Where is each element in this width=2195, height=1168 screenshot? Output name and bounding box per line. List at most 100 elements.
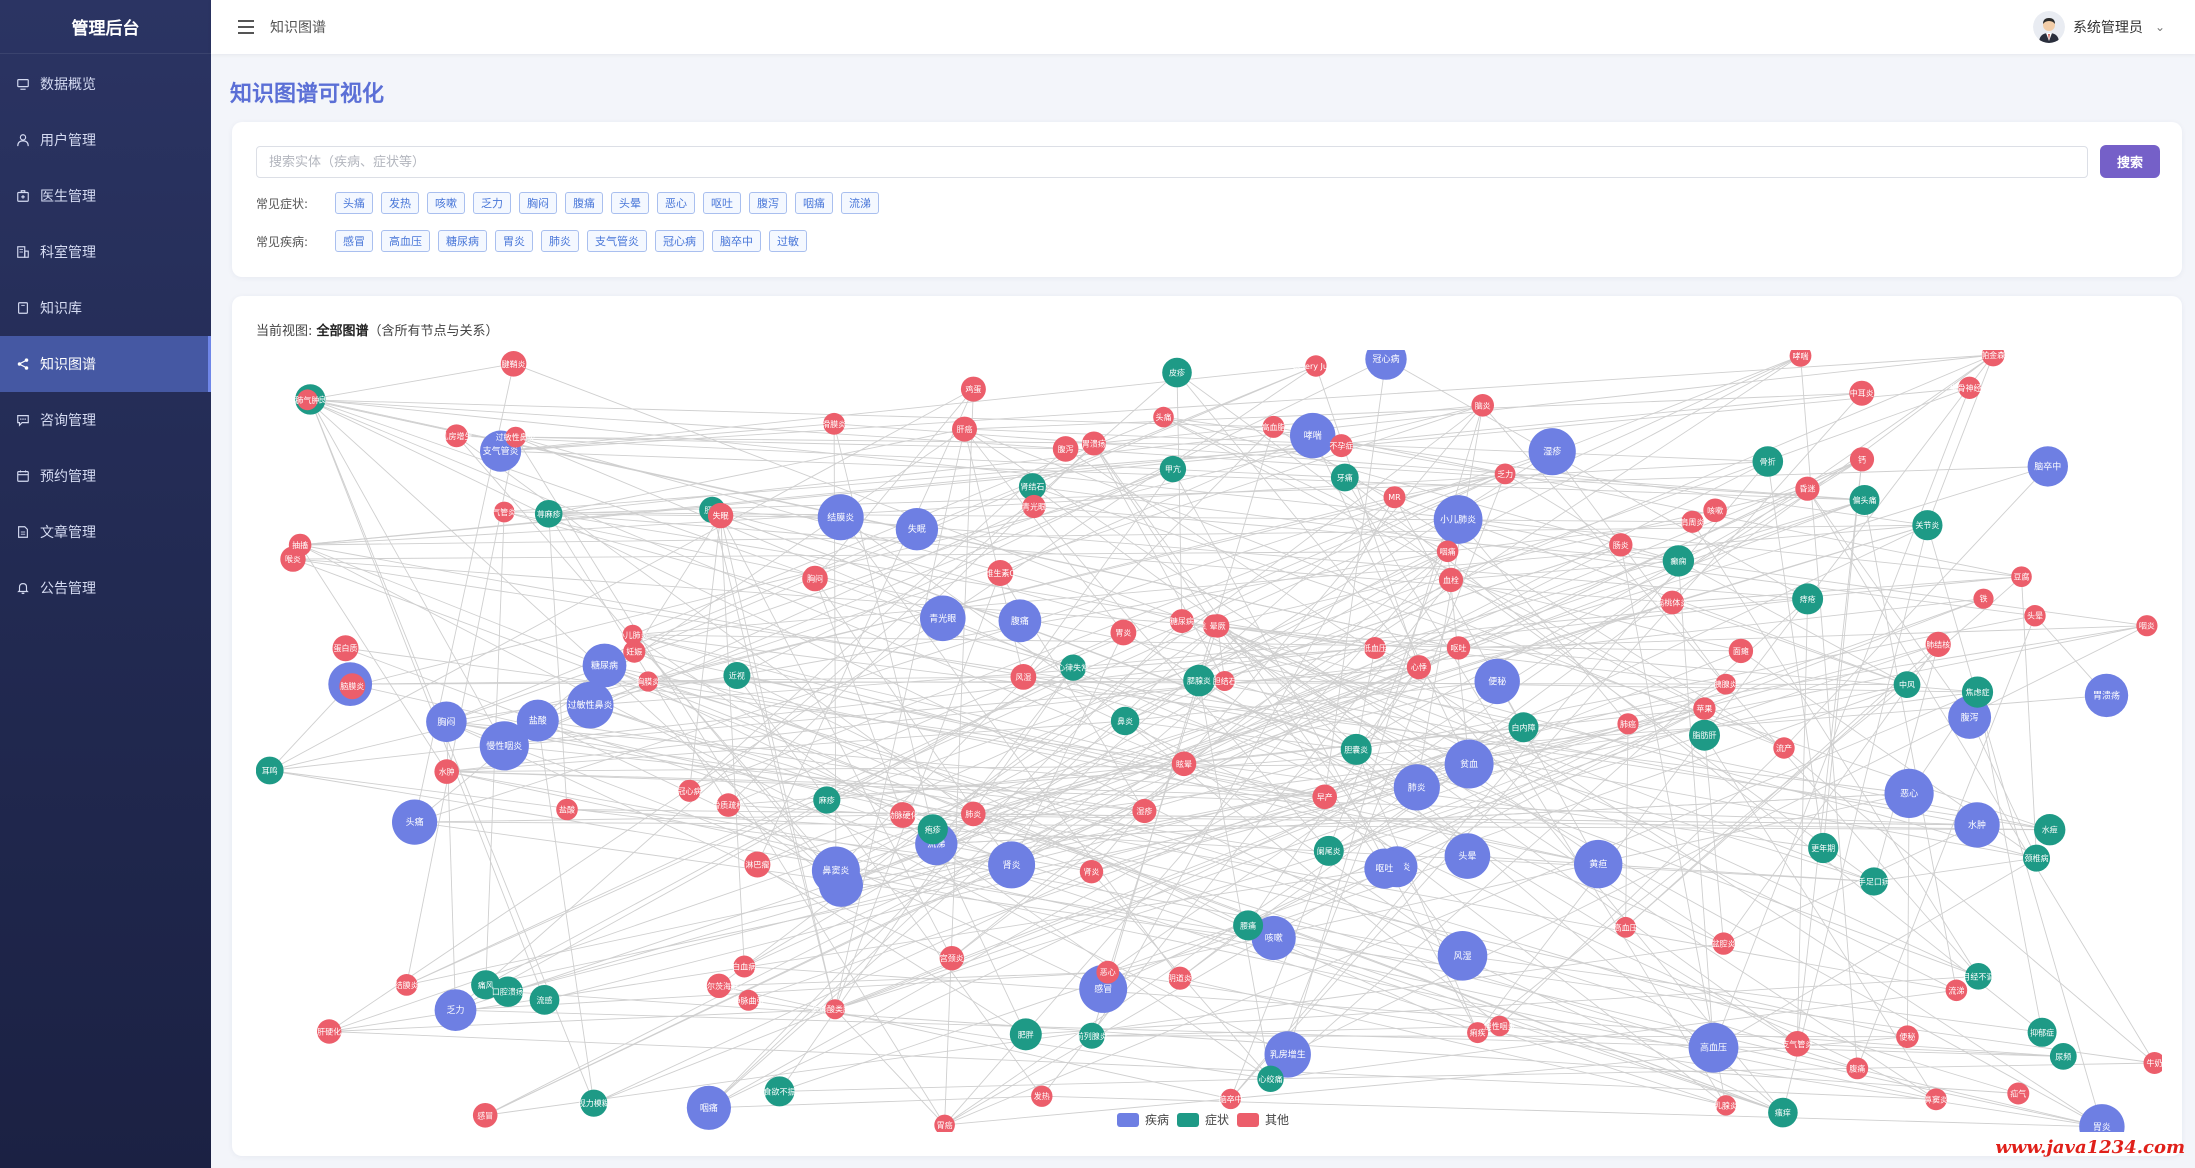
other-node[interactable]: 肾炎 — [1079, 860, 1104, 884]
other-node[interactable]: 恶心 — [1096, 960, 1120, 984]
disease-node[interactable]: 肺炎 — [1393, 764, 1440, 811]
other-node[interactable]: 脑卒中 — [1219, 1088, 1243, 1110]
symptom-node[interactable]: 腮腺炎 — [1183, 664, 1215, 697]
symptom-tag[interactable]: 乏力 — [473, 192, 511, 214]
symptom-tag[interactable]: 头晕 — [611, 192, 649, 214]
sidebar-item-6[interactable]: 咨询管理 — [0, 392, 211, 448]
symptom-node[interactable]: 尿频 — [2049, 1043, 2077, 1070]
other-node[interactable]: 钙 — [1849, 447, 1875, 472]
other-node[interactable]: 中耳炎 — [1849, 380, 1875, 406]
symptom-node[interactable]: 甲亢 — [1159, 455, 1187, 483]
legend-item[interactable]: 其他 — [1237, 1111, 1289, 1128]
other-node[interactable]: 蛋白质 — [332, 635, 359, 662]
symptom-node[interactable]: 焦虑症 — [1961, 676, 1994, 708]
other-node[interactable]: 湿疹 — [1132, 798, 1157, 824]
other-node[interactable]: 面瘫 — [1728, 638, 1754, 664]
disease-tag[interactable]: 过敏 — [769, 230, 807, 252]
other-node[interactable]: 乳腺炎 — [1714, 1095, 1738, 1116]
symptom-node[interactable]: 近视 — [723, 662, 751, 689]
symptom-tag[interactable]: 腹泻 — [749, 192, 787, 214]
sidebar-item-5[interactable]: 知识图谱 — [0, 336, 211, 392]
symptom-node[interactable]: 麻疹 — [813, 786, 841, 814]
symptom-node[interactable]: 水痘 — [2034, 814, 2066, 846]
symptom-node[interactable]: 心律失常 — [1057, 654, 1089, 681]
disease-node[interactable]: 失眠 — [895, 508, 939, 551]
other-node[interactable]: 发热 — [1031, 1085, 1053, 1107]
other-node[interactable]: 脑炎 — [1471, 394, 1494, 417]
disease-node[interactable]: 黄疸 — [1574, 839, 1623, 889]
other-node[interactable]: 脑膜炎 — [339, 673, 366, 700]
other-node[interactable]: 肠炎 — [1609, 533, 1633, 557]
disease-node[interactable]: 鼻窦炎 — [811, 846, 860, 895]
other-node[interactable]: Celery Juice — [1292, 355, 1340, 377]
other-node[interactable]: 早产 — [1312, 784, 1337, 810]
other-node[interactable]: 头晕 — [2024, 605, 2046, 627]
other-node[interactable]: 抽搐 — [288, 533, 312, 557]
other-node[interactable]: 感冒 — [472, 1103, 498, 1128]
symptom-node[interactable]: 肥胖 — [1009, 1018, 1042, 1051]
other-node[interactable]: 淋巴瘤 — [744, 851, 771, 878]
symptom-node[interactable]: 抑郁症 — [2027, 1017, 2057, 1047]
symptom-tag[interactable]: 恶心 — [657, 192, 695, 214]
other-node[interactable]: 疝气 — [2007, 1082, 2030, 1105]
symptom-node[interactable]: 偏头痛 — [1849, 485, 1880, 515]
legend-item[interactable]: 症状 — [1177, 1111, 1229, 1128]
other-node[interactable]: MR — [1383, 486, 1406, 509]
search-button[interactable]: 搜索 — [2100, 145, 2160, 178]
disease-node[interactable]: 胸闷 — [426, 701, 467, 743]
other-node[interactable]: 乏力 — [1494, 463, 1516, 485]
disease-node[interactable]: 胃炎 — [2079, 1104, 2125, 1132]
symptom-node[interactable]: 食欲不振 — [764, 1076, 796, 1107]
symptom-node[interactable]: 心绞痛 — [1257, 1065, 1284, 1092]
symptom-tag[interactable]: 腹痛 — [565, 192, 603, 214]
sidebar-item-1[interactable]: 用户管理 — [0, 112, 211, 168]
disease-tag[interactable]: 冠心病 — [655, 230, 704, 252]
other-node[interactable]: 哮喘 — [1789, 350, 1812, 367]
symptom-tag[interactable]: 咽痛 — [795, 192, 833, 214]
disease-node[interactable]: 胃溃疡 — [2084, 673, 2129, 718]
other-node[interactable]: 咳嗽 — [1703, 498, 1727, 523]
disease-tag[interactable]: 高血压 — [381, 230, 430, 252]
other-node[interactable]: 维生素C — [985, 560, 1015, 586]
other-node[interactable]: 胸闷 — [802, 565, 828, 592]
symptom-node[interactable]: 瘙痒 — [1768, 1097, 1798, 1128]
other-node[interactable]: 滑膜炎 — [822, 412, 846, 435]
symptom-node[interactable]: 牙痛 — [1330, 463, 1359, 492]
other-node[interactable]: 结膜炎 — [395, 974, 419, 996]
symptom-node[interactable]: 胆囊炎 — [1340, 733, 1372, 765]
disease-node[interactable]: 肾炎 — [988, 841, 1036, 889]
disease-node[interactable]: 高血压 — [1688, 1022, 1739, 1073]
sidebar-item-7[interactable]: 预约管理 — [0, 448, 211, 504]
symptom-node[interactable]: 阑尾炎 — [1313, 835, 1344, 866]
other-node[interactable]: 鸡蛋 — [960, 376, 986, 402]
disease-node[interactable]: 恶心 — [1884, 768, 1934, 818]
symptom-tag[interactable]: 头痛 — [335, 192, 373, 214]
other-node[interactable]: 宫颈炎 — [939, 946, 964, 971]
symptom-node[interactable]: 关节炎 — [1912, 510, 1943, 541]
other-node[interactable]: 腹痛 — [1846, 1057, 1869, 1080]
other-node[interactable]: 咽痛 — [1436, 540, 1459, 563]
symptom-node[interactable]: 视力模糊 — [578, 1089, 610, 1117]
sidebar-item-8[interactable]: 文章管理 — [0, 504, 211, 560]
other-node[interactable]: 胰腺炎 — [1714, 673, 1738, 695]
disease-node[interactable]: 头痛 — [392, 799, 438, 845]
disease-node[interactable]: 乏力 — [434, 989, 477, 1031]
other-node[interactable]: 风湿 — [1010, 664, 1037, 690]
symptom-tag[interactable]: 发热 — [381, 192, 419, 214]
symptom-node[interactable]: 流感 — [529, 985, 560, 1015]
disease-tag[interactable]: 脑卒中 — [712, 230, 761, 252]
disease-tag[interactable]: 肺炎 — [541, 230, 579, 252]
disease-node[interactable]: 便秘 — [1474, 658, 1520, 705]
other-node[interactable]: 血栓 — [1438, 567, 1464, 592]
disease-node[interactable]: 糖尿病 — [582, 643, 627, 688]
disease-tag[interactable]: 感冒 — [335, 230, 373, 252]
user-menu[interactable]: 系统管理员 ⌄ — [2032, 0, 2165, 54]
other-node[interactable]: 失眠 — [707, 502, 734, 529]
disease-node[interactable]: 水肿 — [1954, 802, 2000, 848]
symptom-node[interactable]: 荨麻疹 — [534, 500, 563, 528]
other-node[interactable]: 流涕 — [1945, 979, 1968, 1002]
disease-node[interactable]: 慢性咽炎 — [479, 721, 529, 771]
other-node[interactable]: 肝癌 — [952, 416, 977, 442]
other-node[interactable]: 肝硬化 — [317, 1019, 342, 1044]
graph-svg[interactable]: 水肿便秘流涕盐酸慢性咽炎乳房增生腹痛中耳炎肺炎小儿肺炎青光眼支气管炎胃炎头痛感冒… — [256, 350, 2162, 1132]
